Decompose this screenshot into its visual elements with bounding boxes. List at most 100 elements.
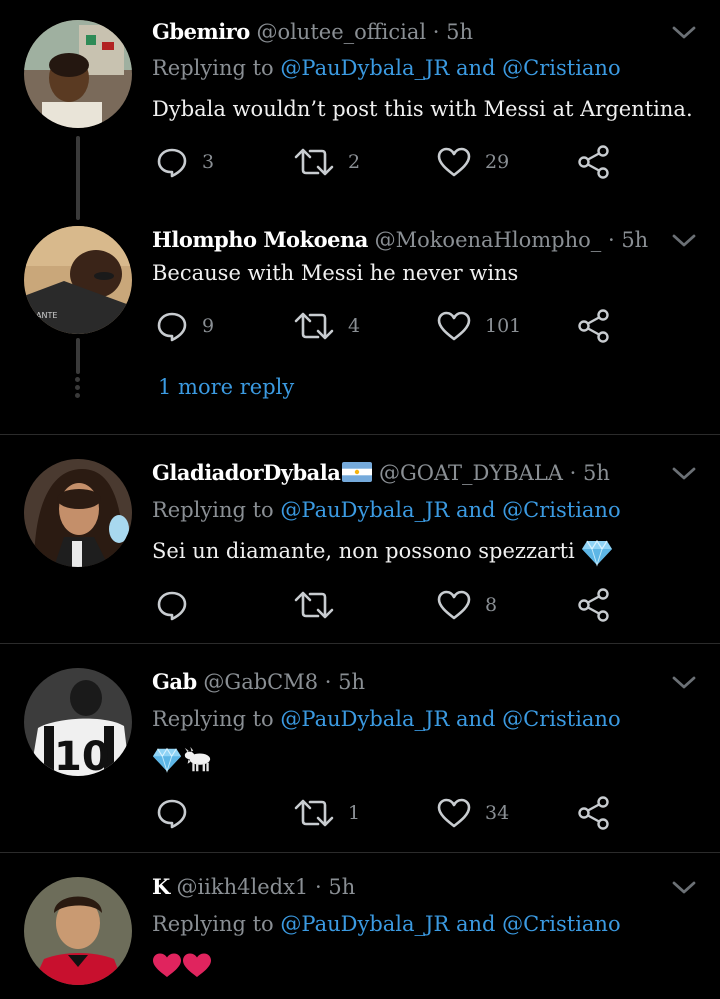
share-button[interactable] bbox=[577, 793, 611, 833]
reply-icon bbox=[156, 797, 188, 829]
user-handle[interactable]: @olutee_official bbox=[256, 20, 426, 44]
timestamp[interactable]: 5h bbox=[583, 461, 610, 485]
display-name[interactable]: Gab bbox=[152, 669, 197, 694]
share-button[interactable] bbox=[577, 142, 611, 182]
retweet-icon bbox=[294, 589, 334, 621]
display-name[interactable]: K bbox=[152, 874, 170, 899]
user-handle[interactable]: @MokoenaHlompho_ bbox=[375, 228, 602, 252]
share-button[interactable] bbox=[577, 585, 611, 625]
tweet-k[interactable]: K @iikh4ledx1 · 5h Replying to @PauDybal… bbox=[0, 853, 720, 999]
mention-link[interactable]: @PauDybala_JR bbox=[280, 707, 449, 731]
tweet-hlompho[interactable]: ANTE Hlompho Mokoena @MokoenaHlompho_ · … bbox=[0, 222, 720, 434]
chevron-down-icon[interactable] bbox=[670, 672, 698, 694]
mention-link[interactable]: @PauDybala_JR bbox=[280, 912, 449, 936]
tweet-header: Gab @GabCM8 · 5h bbox=[152, 668, 365, 696]
and-label: and bbox=[455, 912, 496, 936]
user-handle[interactable]: @iikh4ledx1 bbox=[176, 875, 308, 899]
show-more-replies-link[interactable]: 1 more reply bbox=[158, 375, 294, 399]
tweet-header: GladiadorDybala @GOAT_DYBALA · 5h bbox=[152, 459, 610, 487]
avatar[interactable] bbox=[24, 877, 132, 985]
like-button[interactable]: 101 bbox=[437, 306, 521, 346]
replying-to: Replying to @PauDybala_JR and @Cristiano bbox=[152, 705, 621, 733]
avatar[interactable]: 10 bbox=[24, 668, 132, 776]
like-count: 34 bbox=[485, 802, 510, 824]
timestamp[interactable]: 5h bbox=[328, 875, 355, 899]
replying-to-label: Replying to bbox=[152, 912, 274, 936]
like-icon bbox=[437, 797, 471, 829]
timestamp[interactable]: 5h bbox=[446, 20, 473, 44]
tweet-gbemiro[interactable]: Gbemiro @olutee_official · 5h Replying t… bbox=[0, 0, 720, 222]
tweet-actions: 1 34 bbox=[152, 793, 622, 833]
and-label: and bbox=[455, 56, 496, 80]
tweet-text: Dybala wouldn’t post this with Messi at … bbox=[152, 97, 693, 121]
like-button[interactable]: 34 bbox=[437, 793, 509, 833]
retweet-button[interactable] bbox=[294, 585, 334, 625]
avatar[interactable]: ANTE bbox=[24, 226, 132, 334]
tweet-actions: 9 4 101 bbox=[152, 306, 622, 346]
replying-to: Replying to @PauDybala_JR and @Cristiano bbox=[152, 496, 621, 524]
replying-to-label: Replying to bbox=[152, 707, 274, 731]
mention-link[interactable]: @Cristiano bbox=[502, 912, 620, 936]
retweet-button[interactable]: 4 bbox=[294, 306, 360, 346]
tweet-emojis bbox=[152, 949, 212, 978]
tweet-text-line: Sei un diamante, non possono spezzarti bbox=[152, 537, 613, 567]
user-handle[interactable]: @GabCM8 bbox=[203, 670, 318, 694]
tweet-emojis bbox=[152, 744, 212, 774]
reply-icon bbox=[156, 146, 188, 178]
tweet-gab[interactable]: 10 Gab @GabCM8 · 5h Replying to @PauDyba… bbox=[0, 644, 720, 852]
user-handle[interactable]: @GOAT_DYBALA bbox=[379, 461, 563, 485]
like-icon bbox=[437, 310, 471, 342]
diamond-emoji bbox=[581, 539, 613, 567]
retweet-button[interactable]: 2 bbox=[294, 142, 360, 182]
retweet-button[interactable]: 1 bbox=[294, 793, 360, 833]
chevron-down-icon[interactable] bbox=[670, 463, 698, 485]
replying-to: Replying to @PauDybala_JR and @Cristiano bbox=[152, 910, 621, 938]
display-name[interactable]: Hlompho Mokoena bbox=[152, 227, 368, 252]
avatar[interactable] bbox=[24, 20, 132, 128]
mention-link[interactable]: @Cristiano bbox=[502, 498, 620, 522]
chevron-down-icon[interactable] bbox=[670, 877, 698, 899]
reply-button[interactable] bbox=[156, 585, 188, 625]
chevron-down-icon[interactable] bbox=[670, 22, 698, 44]
reply-button[interactable] bbox=[156, 793, 188, 833]
tweet-header: Gbemiro @olutee_official · 5h bbox=[152, 18, 473, 46]
share-button[interactable] bbox=[577, 306, 611, 346]
mention-link[interactable]: @PauDybala_JR bbox=[280, 56, 449, 80]
svg-text:10: 10 bbox=[54, 734, 110, 776]
tweet-actions: 3 2 29 bbox=[152, 142, 622, 182]
avatar[interactable] bbox=[24, 459, 132, 567]
like-button[interactable]: 8 bbox=[437, 585, 497, 625]
like-count: 8 bbox=[485, 594, 498, 616]
reply-count: 9 bbox=[202, 315, 215, 337]
like-button[interactable]: 29 bbox=[437, 142, 509, 182]
display-name[interactable]: Gbemiro bbox=[152, 19, 250, 44]
share-icon bbox=[577, 309, 611, 343]
diamond-emoji bbox=[152, 746, 182, 774]
tweet-actions: 8 bbox=[152, 585, 622, 625]
mention-link[interactable]: @Cristiano bbox=[502, 707, 620, 731]
heart-emoji bbox=[182, 952, 212, 978]
timestamp[interactable]: 5h bbox=[621, 228, 648, 252]
retweet-icon bbox=[294, 310, 334, 342]
reply-button[interactable]: 9 bbox=[156, 306, 214, 346]
like-count: 101 bbox=[485, 315, 522, 337]
thread-line bbox=[76, 136, 80, 220]
replying-to-label: Replying to bbox=[152, 498, 274, 522]
tweet-gladiadordybala[interactable]: GladiadorDybala @GOAT_DYBALA · 5h Replyi… bbox=[0, 435, 720, 643]
mention-link[interactable]: @PauDybala_JR bbox=[280, 498, 449, 522]
separator: · bbox=[314, 875, 322, 899]
retweet-count: 4 bbox=[348, 315, 361, 337]
like-count: 29 bbox=[485, 151, 510, 173]
heart-emoji bbox=[152, 952, 182, 978]
and-label: and bbox=[455, 707, 496, 731]
retweet-count: 1 bbox=[348, 802, 361, 824]
timestamp[interactable]: 5h bbox=[338, 670, 365, 694]
retweet-count: 2 bbox=[348, 151, 361, 173]
chevron-down-icon[interactable] bbox=[670, 230, 698, 252]
retweet-icon bbox=[294, 797, 334, 829]
tweet-text: Sei un diamante, non possono spezzarti bbox=[152, 539, 575, 563]
reply-button[interactable]: 3 bbox=[156, 142, 214, 182]
display-name[interactable]: GladiadorDybala bbox=[152, 460, 341, 485]
separator: · bbox=[569, 461, 577, 485]
mention-link[interactable]: @Cristiano bbox=[502, 56, 620, 80]
